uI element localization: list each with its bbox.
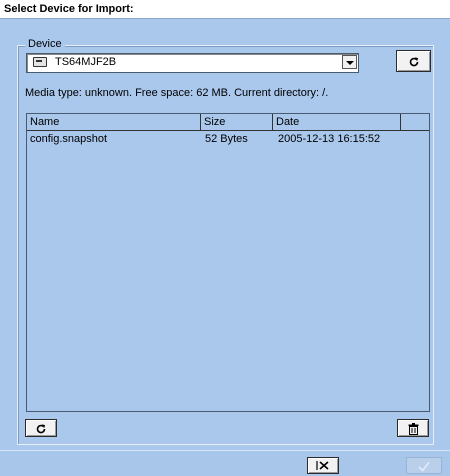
file-date: 2005-12-13 16:15:52 — [278, 133, 381, 145]
media-info-text: Media type: unknown. Free space: 62 MB. … — [25, 87, 329, 99]
file-size: 52 Bytes — [205, 133, 248, 145]
delete-file-button[interactable] — [397, 419, 429, 437]
refresh-icon — [408, 53, 420, 68]
device-select-value: TS64MJF2B — [55, 56, 117, 68]
column-header-size[interactable]: Size — [201, 114, 273, 130]
trash-icon — [408, 420, 419, 435]
table-row[interactable]: config.snapshot 52 Bytes 2005-12-13 16:1… — [27, 132, 429, 146]
device-group-label: Device — [25, 38, 65, 50]
drive-icon — [33, 57, 47, 67]
column-header-date[interactable]: Date — [273, 114, 401, 130]
column-header-extra[interactable] — [401, 114, 429, 130]
cancel-button[interactable] — [307, 457, 339, 474]
refresh-devices-button[interactable] — [396, 50, 431, 72]
dialog-titlebar: Select Device for Import: — [0, 0, 450, 19]
ok-button[interactable] — [406, 457, 442, 474]
chevron-down-icon[interactable] — [342, 55, 357, 69]
select-device-dialog: Select Device for Import: Device TS64MJF… — [0, 0, 450, 476]
file-name: config.snapshot — [30, 133, 108, 145]
refresh-icon — [35, 420, 47, 435]
device-select[interactable]: TS64MJF2B — [26, 53, 359, 73]
column-header-name[interactable]: Name — [27, 114, 201, 130]
dialog-title: Select Device for Import: — [4, 3, 134, 15]
cancel-x-icon — [316, 459, 330, 471]
refresh-files-button[interactable] — [25, 419, 57, 437]
file-table[interactable]: Name Size Date config.snapshot 52 Bytes … — [26, 113, 430, 412]
checkmark-icon — [417, 458, 431, 473]
dialog-footer — [0, 450, 450, 476]
file-table-header: Name Size Date — [27, 114, 429, 131]
